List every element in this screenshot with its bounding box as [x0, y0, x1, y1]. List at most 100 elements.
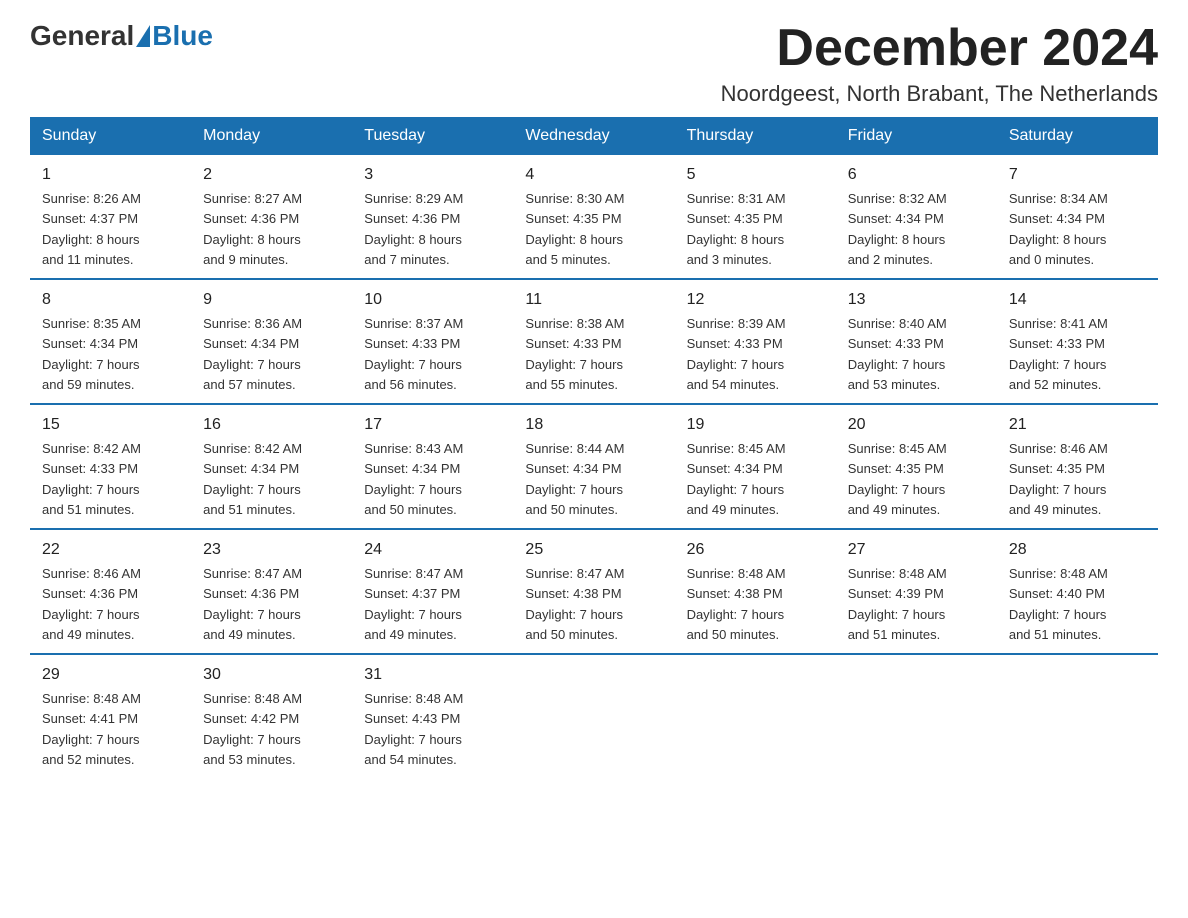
calendar-table: Sunday Monday Tuesday Wednesday Thursday… [30, 117, 1158, 778]
day-info: Sunrise: 8:47 AMSunset: 4:36 PMDaylight:… [203, 566, 302, 642]
day-number: 31 [364, 663, 501, 687]
day-number: 28 [1009, 538, 1146, 562]
calendar-week-row: 29 Sunrise: 8:48 AMSunset: 4:41 PMDaylig… [30, 654, 1158, 778]
calendar-cell: 26 Sunrise: 8:48 AMSunset: 4:38 PMDaylig… [675, 529, 836, 654]
header-tuesday: Tuesday [352, 117, 513, 155]
day-number: 24 [364, 538, 501, 562]
day-info: Sunrise: 8:42 AMSunset: 4:33 PMDaylight:… [42, 441, 141, 517]
day-number: 15 [42, 413, 179, 437]
day-number: 21 [1009, 413, 1146, 437]
day-number: 20 [848, 413, 985, 437]
day-number: 29 [42, 663, 179, 687]
day-info: Sunrise: 8:41 AMSunset: 4:33 PMDaylight:… [1009, 316, 1108, 392]
day-info: Sunrise: 8:37 AMSunset: 4:33 PMDaylight:… [364, 316, 463, 392]
calendar-cell: 1 Sunrise: 8:26 AMSunset: 4:37 PMDayligh… [30, 155, 191, 279]
day-info: Sunrise: 8:42 AMSunset: 4:34 PMDaylight:… [203, 441, 302, 517]
day-number: 27 [848, 538, 985, 562]
logo: General Blue [30, 20, 213, 52]
calendar-cell: 31 Sunrise: 8:48 AMSunset: 4:43 PMDaylig… [352, 654, 513, 778]
calendar-cell [997, 654, 1158, 778]
calendar-cell: 19 Sunrise: 8:45 AMSunset: 4:34 PMDaylig… [675, 404, 836, 529]
calendar-cell: 12 Sunrise: 8:39 AMSunset: 4:33 PMDaylig… [675, 279, 836, 404]
day-number: 18 [525, 413, 662, 437]
day-number: 10 [364, 288, 501, 312]
day-number: 23 [203, 538, 340, 562]
logo-blue-text: Blue [152, 20, 213, 52]
day-info: Sunrise: 8:40 AMSunset: 4:33 PMDaylight:… [848, 316, 947, 392]
calendar-cell: 22 Sunrise: 8:46 AMSunset: 4:36 PMDaylig… [30, 529, 191, 654]
calendar-cell: 3 Sunrise: 8:29 AMSunset: 4:36 PMDayligh… [352, 155, 513, 279]
day-number: 13 [848, 288, 985, 312]
day-number: 5 [687, 163, 824, 187]
calendar-week-row: 15 Sunrise: 8:42 AMSunset: 4:33 PMDaylig… [30, 404, 1158, 529]
day-number: 11 [525, 288, 662, 312]
day-number: 8 [42, 288, 179, 312]
calendar-cell: 15 Sunrise: 8:42 AMSunset: 4:33 PMDaylig… [30, 404, 191, 529]
calendar-week-row: 1 Sunrise: 8:26 AMSunset: 4:37 PMDayligh… [30, 155, 1158, 279]
calendar-cell: 17 Sunrise: 8:43 AMSunset: 4:34 PMDaylig… [352, 404, 513, 529]
calendar-cell: 21 Sunrise: 8:46 AMSunset: 4:35 PMDaylig… [997, 404, 1158, 529]
logo-general-text: General [30, 20, 134, 52]
header-wednesday: Wednesday [513, 117, 674, 155]
logo-triangle-icon [136, 25, 150, 47]
calendar-cell: 16 Sunrise: 8:42 AMSunset: 4:34 PMDaylig… [191, 404, 352, 529]
day-info: Sunrise: 8:34 AMSunset: 4:34 PMDaylight:… [1009, 191, 1108, 267]
calendar-cell: 25 Sunrise: 8:47 AMSunset: 4:38 PMDaylig… [513, 529, 674, 654]
day-info: Sunrise: 8:47 AMSunset: 4:37 PMDaylight:… [364, 566, 463, 642]
day-info: Sunrise: 8:31 AMSunset: 4:35 PMDaylight:… [687, 191, 786, 267]
calendar-cell: 14 Sunrise: 8:41 AMSunset: 4:33 PMDaylig… [997, 279, 1158, 404]
day-info: Sunrise: 8:48 AMSunset: 4:39 PMDaylight:… [848, 566, 947, 642]
day-info: Sunrise: 8:26 AMSunset: 4:37 PMDaylight:… [42, 191, 141, 267]
header-saturday: Saturday [997, 117, 1158, 155]
calendar-cell: 24 Sunrise: 8:47 AMSunset: 4:37 PMDaylig… [352, 529, 513, 654]
calendar-cell: 20 Sunrise: 8:45 AMSunset: 4:35 PMDaylig… [836, 404, 997, 529]
page-header: General Blue December 2024 Noordgeest, N… [30, 20, 1158, 107]
day-info: Sunrise: 8:32 AMSunset: 4:34 PMDaylight:… [848, 191, 947, 267]
day-number: 3 [364, 163, 501, 187]
day-number: 14 [1009, 288, 1146, 312]
calendar-cell: 10 Sunrise: 8:37 AMSunset: 4:33 PMDaylig… [352, 279, 513, 404]
calendar-cell: 28 Sunrise: 8:48 AMSunset: 4:40 PMDaylig… [997, 529, 1158, 654]
day-info: Sunrise: 8:29 AMSunset: 4:36 PMDaylight:… [364, 191, 463, 267]
calendar-cell [836, 654, 997, 778]
day-info: Sunrise: 8:46 AMSunset: 4:35 PMDaylight:… [1009, 441, 1108, 517]
calendar-cell: 8 Sunrise: 8:35 AMSunset: 4:34 PMDayligh… [30, 279, 191, 404]
day-number: 26 [687, 538, 824, 562]
header-friday: Friday [836, 117, 997, 155]
calendar-cell: 9 Sunrise: 8:36 AMSunset: 4:34 PMDayligh… [191, 279, 352, 404]
calendar-cell: 27 Sunrise: 8:48 AMSunset: 4:39 PMDaylig… [836, 529, 997, 654]
day-number: 1 [42, 163, 179, 187]
day-number: 30 [203, 663, 340, 687]
calendar-cell [675, 654, 836, 778]
calendar-cell: 6 Sunrise: 8:32 AMSunset: 4:34 PMDayligh… [836, 155, 997, 279]
header-monday: Monday [191, 117, 352, 155]
calendar-cell: 13 Sunrise: 8:40 AMSunset: 4:33 PMDaylig… [836, 279, 997, 404]
calendar-week-row: 22 Sunrise: 8:46 AMSunset: 4:36 PMDaylig… [30, 529, 1158, 654]
day-number: 6 [848, 163, 985, 187]
calendar-cell: 30 Sunrise: 8:48 AMSunset: 4:42 PMDaylig… [191, 654, 352, 778]
calendar-cell: 23 Sunrise: 8:47 AMSunset: 4:36 PMDaylig… [191, 529, 352, 654]
day-info: Sunrise: 8:48 AMSunset: 4:40 PMDaylight:… [1009, 566, 1108, 642]
weekday-header-row: Sunday Monday Tuesday Wednesday Thursday… [30, 117, 1158, 155]
day-info: Sunrise: 8:30 AMSunset: 4:35 PMDaylight:… [525, 191, 624, 267]
day-info: Sunrise: 8:48 AMSunset: 4:43 PMDaylight:… [364, 691, 463, 767]
day-info: Sunrise: 8:44 AMSunset: 4:34 PMDaylight:… [525, 441, 624, 517]
day-info: Sunrise: 8:48 AMSunset: 4:42 PMDaylight:… [203, 691, 302, 767]
day-number: 25 [525, 538, 662, 562]
calendar-cell: 18 Sunrise: 8:44 AMSunset: 4:34 PMDaylig… [513, 404, 674, 529]
day-number: 16 [203, 413, 340, 437]
day-info: Sunrise: 8:46 AMSunset: 4:36 PMDaylight:… [42, 566, 141, 642]
day-info: Sunrise: 8:48 AMSunset: 4:38 PMDaylight:… [687, 566, 786, 642]
day-info: Sunrise: 8:45 AMSunset: 4:35 PMDaylight:… [848, 441, 947, 517]
day-info: Sunrise: 8:35 AMSunset: 4:34 PMDaylight:… [42, 316, 141, 392]
calendar-cell [513, 654, 674, 778]
day-info: Sunrise: 8:48 AMSunset: 4:41 PMDaylight:… [42, 691, 141, 767]
calendar-cell: 2 Sunrise: 8:27 AMSunset: 4:36 PMDayligh… [191, 155, 352, 279]
day-number: 22 [42, 538, 179, 562]
calendar-cell: 29 Sunrise: 8:48 AMSunset: 4:41 PMDaylig… [30, 654, 191, 778]
month-title: December 2024 [721, 20, 1158, 77]
day-number: 7 [1009, 163, 1146, 187]
day-number: 9 [203, 288, 340, 312]
day-info: Sunrise: 8:45 AMSunset: 4:34 PMDaylight:… [687, 441, 786, 517]
day-info: Sunrise: 8:36 AMSunset: 4:34 PMDaylight:… [203, 316, 302, 392]
